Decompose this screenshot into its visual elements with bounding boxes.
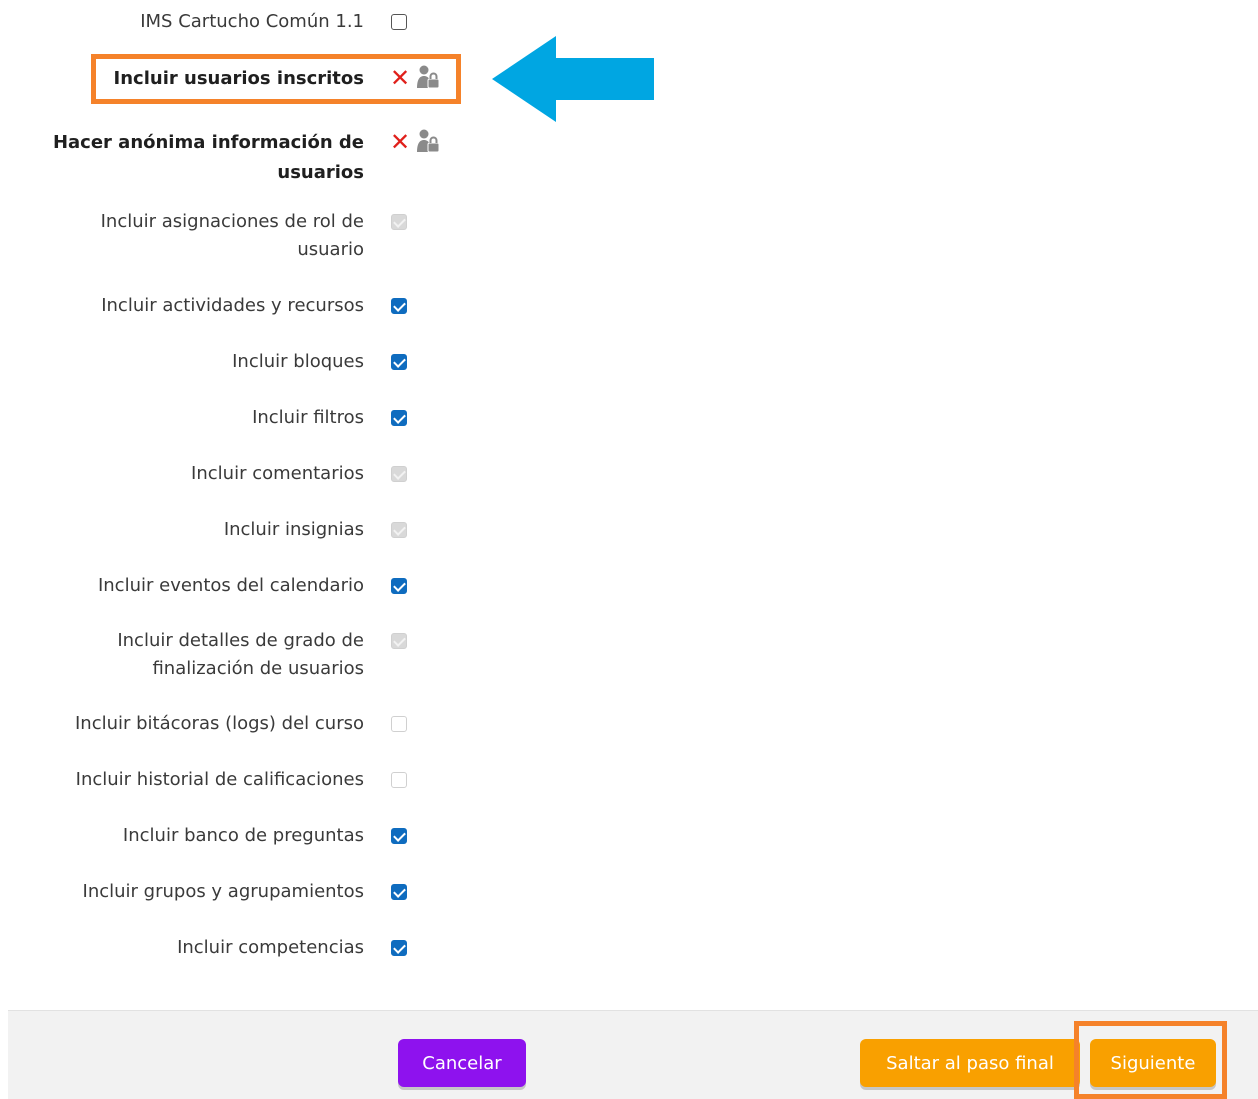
arrow-left-icon [492, 36, 654, 122]
role-assignments-checkbox [391, 214, 407, 230]
badges-checkbox [391, 522, 407, 538]
setting-row-badges: Incluir insignias [0, 516, 460, 576]
setting-row-completion: Incluir detalles de grado de finalizació… [0, 627, 460, 687]
skip-to-final-step-button[interactable]: Saltar al paso final [860, 1039, 1080, 1087]
setting-label-line1: Incluir detalles de grado de [117, 630, 364, 651]
setting-label: Hacer anónima información de usuarios [24, 128, 364, 188]
groups-checkbox[interactable] [391, 884, 407, 900]
completion-checkbox [391, 633, 407, 649]
setting-label: Incluir detalles de grado de finalizació… [24, 627, 364, 683]
setting-row-question-bank: Incluir banco de preguntas [0, 822, 460, 882]
setting-label: Incluir eventos del calendario [97, 575, 364, 596]
setting-label: Incluir historial de calificaciones [75, 769, 364, 790]
setting-label: Incluir bloques [232, 351, 364, 372]
next-button[interactable]: Siguiente [1090, 1039, 1216, 1087]
setting-label: Incluir banco de preguntas [122, 825, 364, 846]
x-mark-icon: ✕ [390, 128, 411, 156]
setting-row-blocks: Incluir bloques [0, 348, 460, 408]
setting-label: Incluir insignias [223, 519, 364, 540]
setting-row-activities: Incluir actividades y recursos [0, 292, 460, 352]
setting-label: Incluir competencias [177, 937, 364, 958]
setting-label: Incluir grupos y agrupamientos [82, 881, 364, 902]
competencies-checkbox[interactable] [391, 940, 407, 956]
setting-row-anonymize: Hacer anónima información de usuarios ✕ [0, 128, 460, 188]
setting-label: Incluir asignaciones de rol de usuario [24, 208, 364, 264]
calendar-checkbox[interactable] [391, 578, 407, 594]
setting-label-line1: Hacer anónima información de [52, 132, 364, 153]
blocks-checkbox[interactable] [391, 354, 407, 370]
setting-row-logs: Incluir bitácoras (logs) del curso [0, 710, 460, 770]
include-users-highlight [91, 54, 461, 104]
logs-checkbox [391, 716, 407, 732]
setting-row-filters: Incluir filtros [0, 404, 460, 464]
activities-checkbox[interactable] [391, 298, 407, 314]
grade-history-checkbox [391, 772, 407, 788]
setting-label-line1: Incluir asignaciones de rol de [100, 211, 364, 232]
backup-settings-page: IMS Cartucho Común 1.1 Incluir usuarios … [0, 0, 1258, 1099]
setting-row-grade-history: Incluir historial de calificaciones [0, 766, 460, 826]
setting-label: Incluir filtros [252, 407, 364, 428]
setting-label: Incluir bitácoras (logs) del curso [74, 713, 364, 734]
filters-checkbox[interactable] [391, 410, 407, 426]
comments-checkbox [391, 466, 407, 482]
setting-row-groups: Incluir grupos y agrupamientos [0, 878, 460, 938]
setting-row-competencies: Incluir competencias [0, 934, 460, 994]
setting-label-line2: usuarios [277, 162, 364, 183]
cancel-button[interactable]: Cancelar [398, 1039, 526, 1087]
setting-label: Incluir actividades y recursos [101, 295, 364, 316]
form-footer: Cancelar Saltar al paso final Siguiente [8, 1010, 1258, 1099]
setting-label: IMS Cartucho Común 1.1 [140, 11, 364, 32]
setting-row-calendar: Incluir eventos del calendario [0, 572, 460, 632]
ims-cartridge-checkbox[interactable] [391, 14, 407, 30]
setting-label: Incluir comentarios [191, 463, 364, 484]
setting-row-role-assignments: Incluir asignaciones de rol de usuario [0, 208, 460, 268]
question-bank-checkbox[interactable] [391, 828, 407, 844]
user-lock-icon [417, 129, 440, 153]
setting-row-comments: Incluir comentarios [0, 460, 460, 520]
setting-label-line2: usuario [297, 239, 364, 260]
setting-label-line2: finalización de usuarios [152, 658, 364, 679]
